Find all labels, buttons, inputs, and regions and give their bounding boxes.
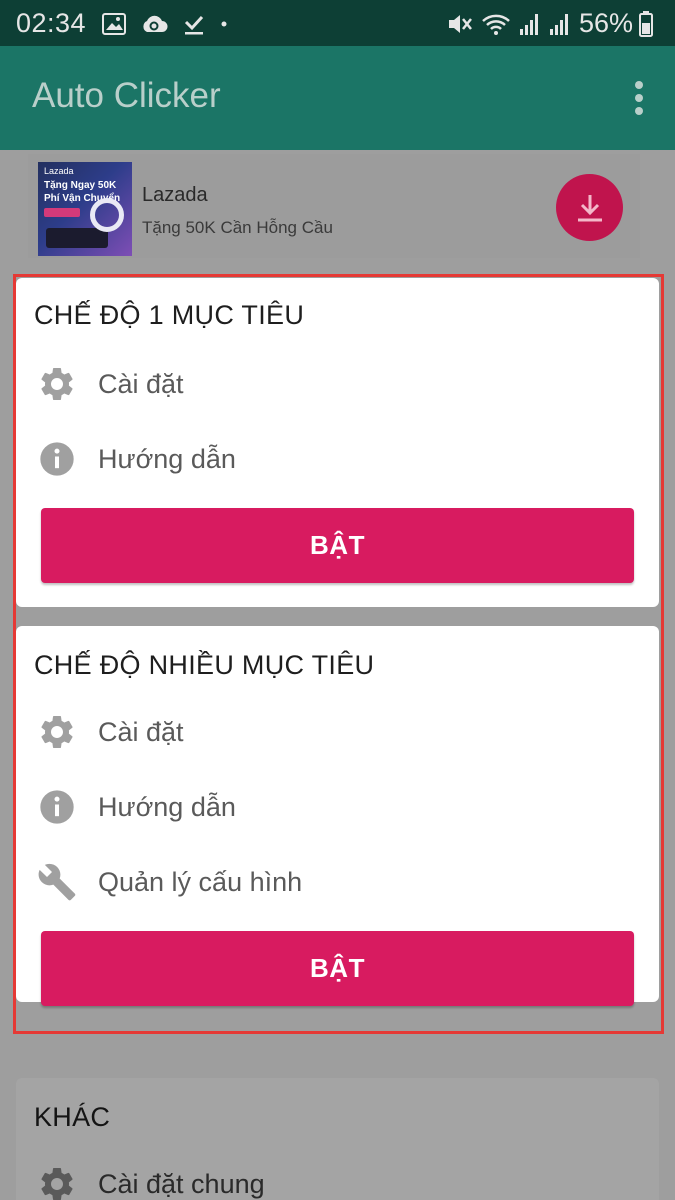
single-target-settings-label: Cài đặt bbox=[98, 368, 184, 399]
battery-percent: 56% bbox=[578, 8, 633, 38]
gear-icon bbox=[36, 1163, 78, 1200]
multi-target-card: CHẾ ĐỘ NHIỀU MỤC TIÊU Cài đặt Hướng dẫn … bbox=[16, 626, 659, 1006]
multi-target-guide-label: Hướng dẫn bbox=[98, 791, 236, 822]
multi-target-guide-row[interactable]: Hướng dẫn bbox=[36, 785, 236, 829]
signal-icon-2 bbox=[549, 12, 571, 36]
multi-target-on-button[interactable]: BẬT bbox=[41, 931, 634, 1006]
ad-image-button bbox=[44, 208, 80, 217]
ad-image-brand: Lazada bbox=[44, 166, 74, 176]
notification-dot-icon bbox=[220, 20, 228, 28]
single-target-card: CHẾ ĐỘ 1 MỤC TIÊU Cài đặt Hướng dẫn BẬT bbox=[16, 278, 659, 607]
general-settings-row[interactable]: Cài đặt chung bbox=[36, 1162, 265, 1200]
single-target-title: CHẾ ĐỘ 1 MỤC TIÊU bbox=[34, 300, 305, 330]
mute-icon bbox=[447, 12, 473, 36]
status-time: 02:34 bbox=[16, 8, 87, 38]
ad-banner[interactable]: Lazada Tặng Ngay 50K Phí Vận Chuyển Laza… bbox=[28, 154, 640, 258]
image-icon bbox=[102, 12, 127, 35]
download-done-icon bbox=[182, 12, 206, 36]
gear-icon bbox=[36, 711, 78, 753]
multi-target-settings-row[interactable]: Cài đặt bbox=[36, 710, 184, 754]
wrench-icon bbox=[36, 861, 78, 903]
ad-subtitle: Tặng 50K Cần Hỗng Cầu bbox=[142, 218, 333, 237]
single-target-guide-row[interactable]: Hướng dẫn bbox=[36, 437, 236, 481]
gear-icon bbox=[36, 363, 78, 405]
ad-image-line1: Tặng Ngay 50K bbox=[44, 180, 117, 191]
wifi-icon bbox=[481, 12, 511, 36]
headphones-graphic bbox=[90, 198, 124, 232]
multi-target-config-row[interactable]: Quản lý cấu hình bbox=[36, 860, 302, 904]
app-title: Auto Clicker bbox=[32, 76, 221, 115]
battery-icon bbox=[639, 10, 653, 37]
multi-target-config-label: Quản lý cấu hình bbox=[98, 866, 303, 897]
other-card: KHÁC Cài đặt chung bbox=[16, 1078, 659, 1200]
signal-icon bbox=[519, 12, 541, 36]
ad-title: Lazada bbox=[142, 184, 208, 206]
ad-image[interactable]: Lazada Tặng Ngay 50K Phí Vận Chuyển bbox=[38, 162, 132, 256]
single-target-on-button[interactable]: BẬT bbox=[41, 508, 634, 583]
single-target-settings-row[interactable]: Cài đặt bbox=[36, 362, 184, 406]
info-icon bbox=[36, 438, 78, 480]
app-bar: Auto Clicker bbox=[0, 46, 675, 150]
single-target-guide-label: Hướng dẫn bbox=[98, 443, 236, 474]
cloud-sync-icon bbox=[140, 13, 168, 35]
info-icon bbox=[36, 786, 78, 828]
keyboard-graphic bbox=[46, 228, 108, 248]
status-bar: 02:34 56% bbox=[0, 0, 675, 46]
ad-download-button[interactable] bbox=[556, 174, 623, 241]
overflow-menu-icon[interactable] bbox=[633, 81, 645, 115]
multi-target-title: CHẾ ĐỘ NHIỀU MỤC TIÊU bbox=[34, 650, 375, 680]
multi-target-settings-label: Cài đặt bbox=[98, 716, 184, 747]
download-icon bbox=[577, 194, 602, 221]
general-settings-label: Cài đặt chung bbox=[98, 1168, 265, 1199]
other-title: KHÁC bbox=[34, 1102, 111, 1132]
